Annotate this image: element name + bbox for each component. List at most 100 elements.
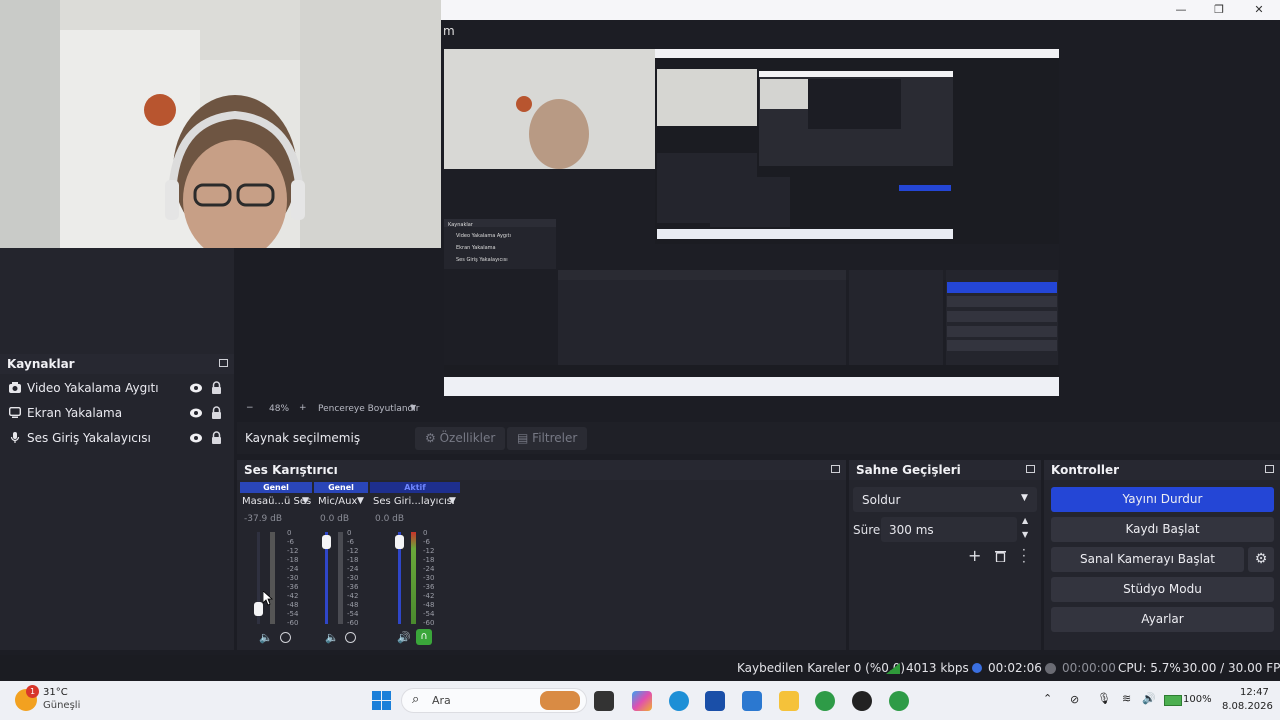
db-scale-tick: -24 [287,565,299,573]
gear-icon[interactable]: ⚙ [1248,547,1274,572]
eye-icon[interactable] [190,433,202,443]
db-scale-tick: -6 [347,538,354,546]
db-scale-tick: -60 [423,619,435,627]
stop-streaming-button[interactable]: Yayını Durdur [1051,487,1274,512]
db-scale-tick: 0 [423,529,428,537]
volume-icon[interactable]: 🔊 [1142,692,1156,705]
settings-button[interactable]: Ayarlar [1051,607,1274,632]
monitor-icon [9,407,21,418]
properties-button[interactable]: ⚙ Özellikler [415,427,506,450]
minimize-button[interactable]: — [1168,2,1194,18]
chrome-icon[interactable] [815,691,835,711]
chrome-icon[interactable] [889,691,909,711]
maximize-button[interactable]: ❐ [1206,2,1232,18]
chevron-down-icon: ▼ [1021,493,1028,503]
db-scale-tick: -36 [423,583,435,591]
channel-name[interactable]: Masaü...ü Ses [242,496,311,507]
webcam-image [0,0,441,248]
channel-db: 0.0 dB [375,514,405,524]
volume-slider-handle[interactable] [254,601,263,616]
chevron-down-icon[interactable]: ▼ [449,496,456,506]
source-item-audio-input[interactable]: Ses Giriş Yakalayıcısı [0,426,234,450]
search-box[interactable]: ⌕ Ara [401,688,587,713]
more-options-icon[interactable]: · · · [1022,544,1026,568]
chevron-down-icon[interactable]: ▼ [1022,530,1028,539]
obs-icon[interactable] [852,691,872,711]
transition-select[interactable]: Soldur ▼ [853,487,1037,512]
outlook-icon[interactable] [742,691,762,711]
start-recording-button[interactable]: Kaydı Başlat [1051,517,1274,542]
headphones-icon[interactable]: ∩ [416,629,432,645]
trash-icon[interactable] [995,550,1006,562]
headphones-off-icon[interactable] [345,632,356,643]
battery-icon[interactable] [1164,695,1182,706]
network-off-icon[interactable]: ⊘ [1070,693,1079,706]
db-scale-tick: -42 [347,592,359,600]
task-view-icon[interactable] [594,691,614,711]
notification-badge: 1 [26,685,39,698]
store-icon[interactable] [705,691,725,711]
start-virtual-camera-button[interactable]: Sanal Kamerayı Başlat [1051,547,1244,572]
volume-slider-handle[interactable] [322,534,331,549]
fit-to-window-select[interactable]: Pencereye Boyutlandır [318,404,419,414]
source-item-video-capture[interactable]: Video Yakalama Aygıtı [0,376,234,400]
level-meter [338,532,343,624]
eye-icon[interactable] [190,408,202,418]
streaming-icon [972,663,982,673]
lock-icon[interactable] [211,406,222,419]
channel-name[interactable]: Ses Giri...layıcısı [373,496,455,507]
float-dock-icon[interactable] [219,359,228,367]
zoom-in-button[interactable]: + [299,403,307,413]
chevron-down-icon[interactable]: ▼ [410,403,416,412]
db-scale-tick: -48 [423,601,435,609]
zoom-out-button[interactable]: − [246,403,254,413]
chevron-up-icon[interactable]: ▲ [1022,516,1028,525]
channel-db: 0.0 dB [320,514,350,524]
db-scale-tick: -6 [287,538,294,546]
lock-icon[interactable] [211,381,222,394]
menu-item[interactable]: m [443,24,455,38]
menu-bar [441,20,1280,42]
float-dock-icon[interactable] [1026,465,1035,473]
studio-mode-button[interactable]: Stüdyo Modu [1051,577,1274,602]
transition-value: Soldur [862,493,901,507]
edge-icon[interactable] [669,691,689,711]
preview-canvas[interactable]: Kaynaklar Video Yakalama Aygıtı Ekran Ya… [444,49,1059,396]
float-dock-icon[interactable] [1265,465,1274,473]
svg-text:Ekran Yakalama: Ekran Yakalama [456,245,496,251]
windows-start-icon[interactable] [372,691,391,710]
db-scale-tick: -30 [423,574,435,582]
wifi-icon[interactable]: ≋ [1122,692,1131,705]
left-dock-area [0,248,234,352]
duration-input[interactable]: 300 ms [881,517,1017,542]
filters-label: Filtreler [532,431,578,445]
speaker-muted-icon[interactable]: 🔈 [259,631,273,644]
record-icon [1045,663,1056,674]
channel-name[interactable]: Mic/Aux [318,496,357,507]
add-icon[interactable]: + [968,546,981,565]
channel-mode-badge: Genel [240,482,312,493]
float-dock-icon[interactable] [831,465,840,473]
source-item-screen-capture[interactable]: Ekran Yakalama [0,401,234,425]
close-button[interactable]: ✕ [1246,2,1272,18]
file-explorer-icon[interactable] [779,691,799,711]
clock-time[interactable]: 12:47 [1240,687,1269,698]
copilot-icon[interactable] [632,691,652,711]
eye-icon[interactable] [190,383,202,393]
volume-slider-handle[interactable] [395,534,404,549]
chevron-down-icon[interactable]: ▼ [357,496,364,506]
db-scale-tick: -30 [347,574,359,582]
microphone-icon[interactable]: 🎙 [1097,692,1111,705]
clock-date[interactable]: 8.08.2026 [1222,701,1273,712]
speaker-muted-icon[interactable]: 🔈 [325,631,339,644]
lock-icon[interactable] [211,431,222,444]
headphones-off-icon[interactable] [280,632,291,643]
channel-mode-badge: Aktif [370,482,460,493]
speaker-icon[interactable]: 🔊 [397,631,411,644]
chevron-up-icon[interactable]: ⌃ [1043,692,1052,705]
microphone-icon [10,432,20,443]
window-title-bar: — ❐ ✕ [441,0,1280,20]
chevron-down-icon[interactable]: ▼ [302,496,309,506]
stream-time: 00:02:06 [988,661,1042,675]
filters-button[interactable]: ▤ Filtreler [507,427,588,450]
